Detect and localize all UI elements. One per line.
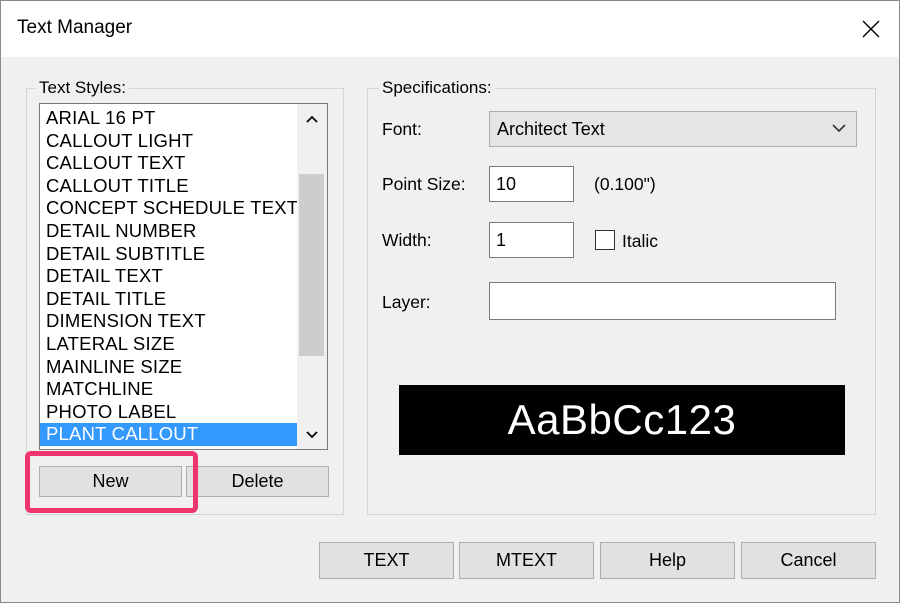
- layer-input[interactable]: [489, 282, 836, 320]
- text-manager-dialog: Text Manager Text Styles: ARIAL 16 PT CAL…: [0, 0, 900, 603]
- point-size-label: Point Size:: [382, 174, 466, 194]
- close-icon: [862, 20, 880, 38]
- text-style-item[interactable]: DETAIL SUBTITLE: [40, 243, 298, 266]
- text-style-item[interactable]: DETAIL TITLE: [40, 288, 298, 311]
- width-input[interactable]: 1: [489, 222, 574, 258]
- point-size-input[interactable]: 10: [489, 166, 574, 202]
- specifications-label: Specifications:: [379, 78, 495, 98]
- text-style-item[interactable]: PHOTO LABEL: [40, 401, 298, 424]
- text-style-item[interactable]: DETAIL NUMBER: [40, 220, 298, 243]
- cancel-button[interactable]: Cancel: [741, 542, 876, 579]
- title-bar: Text Manager: [1, 1, 899, 57]
- point-size-inches: (0.100"): [594, 174, 656, 194]
- scroll-thumb[interactable]: [299, 174, 324, 356]
- text-styles-items: ARIAL 16 PT CALLOUT LIGHT CALLOUT TEXT CALL…: [40, 107, 298, 446]
- text-style-item[interactable]: MAINLINE SIZE: [40, 356, 298, 379]
- scroll-down-button[interactable]: [297, 422, 327, 448]
- text-style-item[interactable]: CALLOUT TEXT: [40, 152, 298, 175]
- new-button-highlight: [25, 451, 198, 513]
- text-style-item[interactable]: DIMENSION TEXT: [40, 310, 298, 333]
- text-button[interactable]: TEXT: [319, 542, 454, 579]
- italic-checkbox[interactable]: [595, 230, 615, 250]
- font-select[interactable]: Architect Text: [489, 111, 857, 147]
- width-label: Width:: [382, 230, 432, 250]
- mtext-button[interactable]: MTEXT: [459, 542, 594, 579]
- chevron-up-icon: [306, 115, 318, 123]
- font-select-value: Architect Text: [497, 119, 605, 139]
- delete-button[interactable]: Delete: [186, 466, 329, 497]
- text-style-item[interactable]: PLANT CALLOUT: [40, 423, 298, 446]
- help-button[interactable]: Help: [600, 542, 735, 579]
- chevron-down-icon: [832, 124, 846, 133]
- text-style-item[interactable]: DETAIL TEXT: [40, 265, 298, 288]
- font-label: Font:: [382, 119, 422, 139]
- text-style-item[interactable]: LATERAL SIZE: [40, 333, 298, 356]
- text-styles-list[interactable]: ARIAL 16 PT CALLOUT LIGHT CALLOUT TEXT CALL…: [39, 103, 328, 450]
- text-style-item[interactable]: CONCEPT SCHEDULE TEXT: [40, 197, 298, 220]
- text-styles-label: Text Styles:: [36, 78, 129, 98]
- list-scrollbar[interactable]: [297, 104, 327, 449]
- scroll-up-button[interactable]: [297, 106, 327, 132]
- text-style-item[interactable]: CALLOUT LIGHT: [40, 130, 298, 153]
- text-style-item[interactable]: MATCHLINE: [40, 378, 298, 401]
- font-preview: AaBbCc123: [399, 385, 845, 455]
- preview-text: AaBbCc123: [507, 396, 737, 443]
- close-button[interactable]: [843, 1, 899, 57]
- window-title: Text Manager: [17, 17, 133, 38]
- italic-label[interactable]: Italic: [622, 231, 658, 252]
- text-style-item[interactable]: ARIAL 16 PT: [40, 107, 298, 130]
- chevron-down-icon: [306, 431, 318, 439]
- text-style-item[interactable]: CALLOUT TITLE: [40, 175, 298, 198]
- layer-label: Layer:: [382, 292, 431, 312]
